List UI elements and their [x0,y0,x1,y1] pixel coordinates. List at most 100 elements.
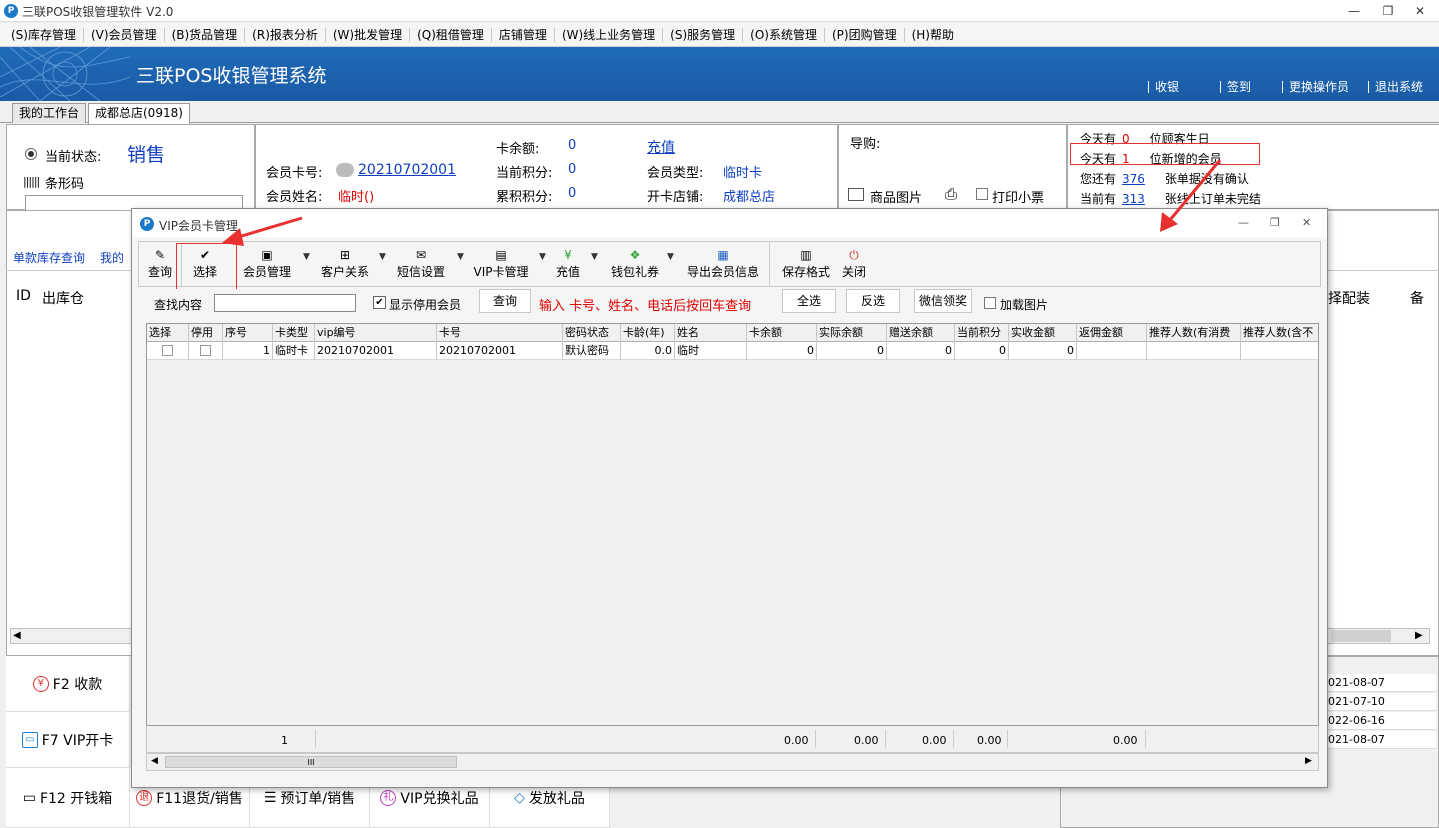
grid-hscrollbar[interactable]: ◀ III ▶ [146,753,1319,771]
power-icon: ⏻ [849,248,859,262]
banner-link-switch-operator[interactable]: 更换操作员 [1282,81,1349,93]
network-icon: ⊞ [339,248,351,262]
toolbar-query-button[interactable]: ✎ 查询 [143,242,177,286]
print-receipt-checkbox[interactable] [976,188,988,200]
row-disabled-checkbox[interactable] [189,342,223,360]
status-radio[interactable] [25,148,37,160]
header-vip-no[interactable]: vip编号 [315,324,437,342]
col-assembly: 择配装 [1328,291,1370,307]
col-out-warehouse: 出库仓 [42,291,84,307]
menu-group-buy[interactable]: (P)团购管理 [825,27,905,42]
stock-query-link[interactable]: 单款库存查询 [13,249,85,266]
f7-vip-card-button[interactable]: ▭ F7 VIP开卡 [6,712,130,768]
total-points-label: 累积积分: [496,190,553,205]
barcode-icon: |||||| [23,175,40,188]
show-disabled-checkbox[interactable]: ✔ [373,296,386,309]
table-row[interactable]: 1 临时卡 20210702001 20210702001 默认密码 0.0 临… [147,342,1318,360]
select-all-button[interactable]: 全选 [782,289,836,313]
search-query-button[interactable]: 查询 [479,289,531,313]
cell-actual-balance: 0 [817,342,887,360]
dialog-restore-button[interactable]: ❐ [1270,216,1280,229]
header-card-age[interactable]: 卡龄(年) [621,324,675,342]
minimize-button[interactable]: — [1344,2,1364,20]
header-seq[interactable]: 序号 [223,324,273,342]
dialog-close-button[interactable]: ✕ [1302,216,1311,229]
header-commission[interactable]: 返佣金额 [1077,324,1147,342]
toolbar-export-button[interactable]: ▦ 导出会员信息 [683,242,763,286]
menu-member[interactable]: (V)会员管理 [84,27,165,42]
header-disabled[interactable]: 停用 [189,324,223,342]
toolbar-customer-relation-button[interactable]: ⊞ 客户关系 [317,242,373,286]
header-gift-balance[interactable]: 赠送余额 [887,324,955,342]
toolbar-member-manage-button[interactable]: ▣ 会员管理 [239,242,295,286]
tab-workbench[interactable]: 我的工作台 [12,103,87,123]
toolbar-sms-settings-button[interactable]: ✉ 短信设置 [395,242,447,286]
header-actual-balance[interactable]: 实际余额 [817,324,887,342]
dialog-minimize-button[interactable]: — [1238,216,1249,229]
chevron-down-icon[interactable]: ▼ [591,252,598,262]
footer-actual-balance: 0.00 [854,734,879,747]
header-card-type[interactable]: 卡类型 [273,324,315,342]
f2-pay-button[interactable]: ¥ F2 收款 [6,656,130,712]
menu-wholesale[interactable]: (W)批发管理 [326,27,411,42]
menu-inventory[interactable]: (S)库存管理 [4,27,84,42]
id-card-icon: ▣ [261,248,273,262]
member-name-label: 会员姓名: [266,190,323,205]
chevron-down-icon[interactable]: ▼ [457,252,464,262]
menu-system[interactable]: (O)系统管理 [743,27,825,42]
toolbar-wallet-coupon-button[interactable]: ❖ 钱包礼券 [607,242,663,286]
menu-rental[interactable]: (Q)租借管理 [410,27,492,42]
chevron-down-icon[interactable]: ▼ [379,252,386,262]
scroll-left-icon[interactable]: ◀ [151,756,158,766]
search-input[interactable] [214,294,356,312]
restore-button[interactable]: ❐ [1378,2,1398,20]
header-card-no[interactable]: 卡号 [437,324,563,342]
header-name[interactable]: 姓名 [675,324,747,342]
wechat-reward-button[interactable]: 微信领奖 [914,289,972,313]
my-link[interactable]: 我的 [100,249,124,266]
banner-link-exit[interactable]: 退出系统 [1368,81,1423,93]
menu-help[interactable]: (H)帮助 [905,28,961,42]
recharge-link[interactable]: 充值 [647,137,675,157]
guide-panel: 导购: 商品图片 ⎙ 打印小票 [838,124,1067,210]
invert-selection-button[interactable]: 反选 [846,289,900,313]
header-password-status[interactable]: 密码状态 [563,324,621,342]
printer-icon[interactable]: ⎙ [945,185,957,203]
chevron-down-icon[interactable]: ▼ [303,252,310,262]
header-referrals-all[interactable]: 推荐人数(含不 [1241,324,1318,342]
grid-footer: 1 0.00 0.00 0.00 0.00 0.00 [146,725,1319,753]
menu-shop[interactable]: 店铺管理 [492,27,555,42]
menu-online[interactable]: (W)线上业务管理 [555,27,664,42]
row-select-checkbox[interactable] [147,342,189,360]
chevron-down-icon[interactable]: ▼ [667,252,674,262]
menu-reports[interactable]: (R)报表分析 [245,27,326,42]
f12-cash-drawer-button[interactable]: ▭ F12 开钱箱 [6,768,130,828]
close-button[interactable]: ✕ [1410,2,1430,20]
chevron-down-icon[interactable]: ▼ [539,252,546,262]
menu-goods[interactable]: (B)货品管理 [165,27,246,42]
tab-chengdu-shop[interactable]: 成都总店(0918) [88,103,190,124]
sms-icon: ✉ [415,248,427,262]
notice-online-orders[interactable]: 当前有 313 张线上订单未完结 [1080,190,1261,207]
goods-image-label[interactable]: 商品图片 [870,187,922,206]
footer-gift-balance: 0.00 [922,734,947,747]
scroll-right-icon[interactable]: ▶ [1305,756,1312,766]
banner-link-checkin[interactable]: 签到 [1220,81,1251,93]
header-referrals-spent[interactable]: 推荐人数(有消费 [1147,324,1241,342]
load-images-checkbox[interactable] [984,297,996,309]
member-card-number[interactable]: 20210702001 [358,162,456,178]
dialog-toolbar: ✎ 查询 ✔ 选择 ▣ 会员管理 ▼ ⊞ 客户关系 ▼ ✉ 短信设置 ▼ ▤ VIP卡管理 … [138,241,1321,291]
header-card-balance[interactable]: 卡余额 [747,324,817,342]
toolbar-vip-card-manage-button[interactable]: ▤ VIP卡管理 [471,242,531,286]
banner-link-cashier[interactable]: 收银 [1148,81,1179,93]
header-select[interactable]: 选择 [147,324,189,342]
header-received-amount[interactable]: 实收金额 [1009,324,1077,342]
header-current-points[interactable]: 当前积分 [955,324,1009,342]
date-cell: 021-07-10 [1326,693,1436,711]
notice-unconfirmed[interactable]: 您还有 376 张单据没有确认 [1080,170,1249,187]
scroll-thumb[interactable]: III [165,756,457,768]
toolbar-recharge-button[interactable]: ¥ 充值 [553,242,583,286]
toolbar-close-button[interactable]: ⏻ 关闭 [839,242,869,286]
menu-service[interactable]: (S)服务管理 [663,27,744,42]
toolbar-save-format-button[interactable]: ▥ 保存格式 [779,242,833,286]
